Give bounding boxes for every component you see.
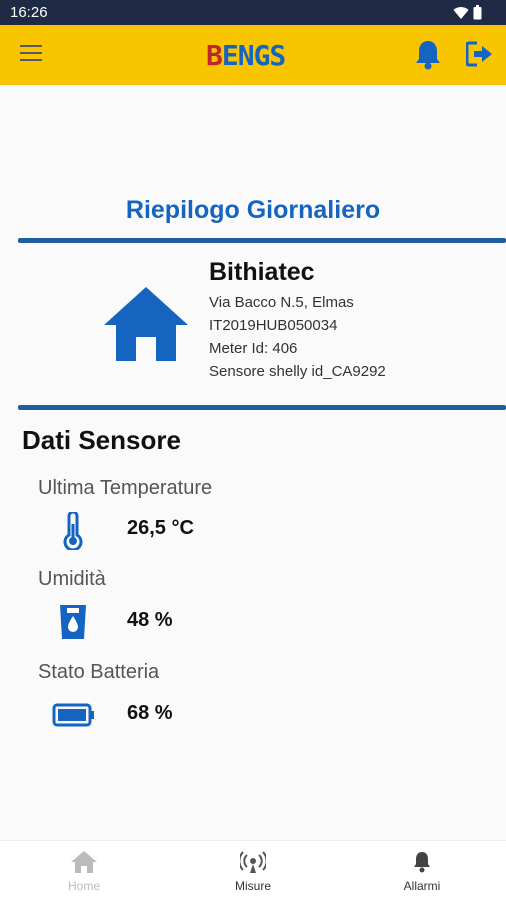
battery-label: Stato Batteria xyxy=(38,661,160,683)
section-title: Dati Sensore xyxy=(22,425,181,455)
divider-top xyxy=(18,238,506,243)
divider-bottom xyxy=(18,405,506,410)
home-icon xyxy=(71,851,97,873)
tab-home-label: Home xyxy=(67,879,100,893)
tab-alarms[interactable]: Allarmi xyxy=(338,841,506,900)
battery-icon xyxy=(473,5,482,20)
temperature-label: Ultima Temperature xyxy=(38,477,213,499)
tab-measures-label: Misure xyxy=(234,879,271,893)
wifi-icon xyxy=(453,6,469,19)
sensor-id-text: Sensore shelly id_CA9292 xyxy=(209,363,386,380)
humidity-value: 48 % xyxy=(127,609,173,631)
menu-icon[interactable] xyxy=(20,45,42,65)
address-text: Via Bacco N.5, Elmas xyxy=(209,294,354,311)
tab-measures[interactable]: Misure xyxy=(169,841,337,900)
battery-value: 68 % xyxy=(127,702,173,724)
logout-icon[interactable] xyxy=(466,41,494,67)
app-logo: BENGS xyxy=(206,39,286,72)
tab-alarms-label: Allarmi xyxy=(403,879,441,893)
battery-level-icon xyxy=(52,703,94,727)
status-bar: 16:26 xyxy=(0,0,506,25)
system-icons xyxy=(453,5,482,20)
temperature-value: 26,5 °C xyxy=(127,517,194,539)
bottom-nav: Home Misure Allarmi xyxy=(0,840,506,900)
alarm-bell-icon xyxy=(414,852,430,873)
hub-id-text: IT2019HUB050034 xyxy=(209,317,338,334)
humidity-glass-icon xyxy=(60,605,86,639)
bell-icon[interactable] xyxy=(414,39,442,71)
signal-tower-icon xyxy=(240,851,266,873)
app-bar: BENGS xyxy=(0,25,506,85)
house-icon xyxy=(104,287,188,361)
company-name: Bithiatec xyxy=(209,258,315,286)
tab-home[interactable]: Home xyxy=(0,841,168,900)
page-title: Riepilogo Giornaliero xyxy=(125,196,381,224)
thermometer-icon xyxy=(63,512,83,550)
meter-id-text: Meter Id: 406 xyxy=(209,340,298,357)
humidity-label: Umidità xyxy=(38,568,106,590)
status-time: 16:26 xyxy=(10,4,48,21)
